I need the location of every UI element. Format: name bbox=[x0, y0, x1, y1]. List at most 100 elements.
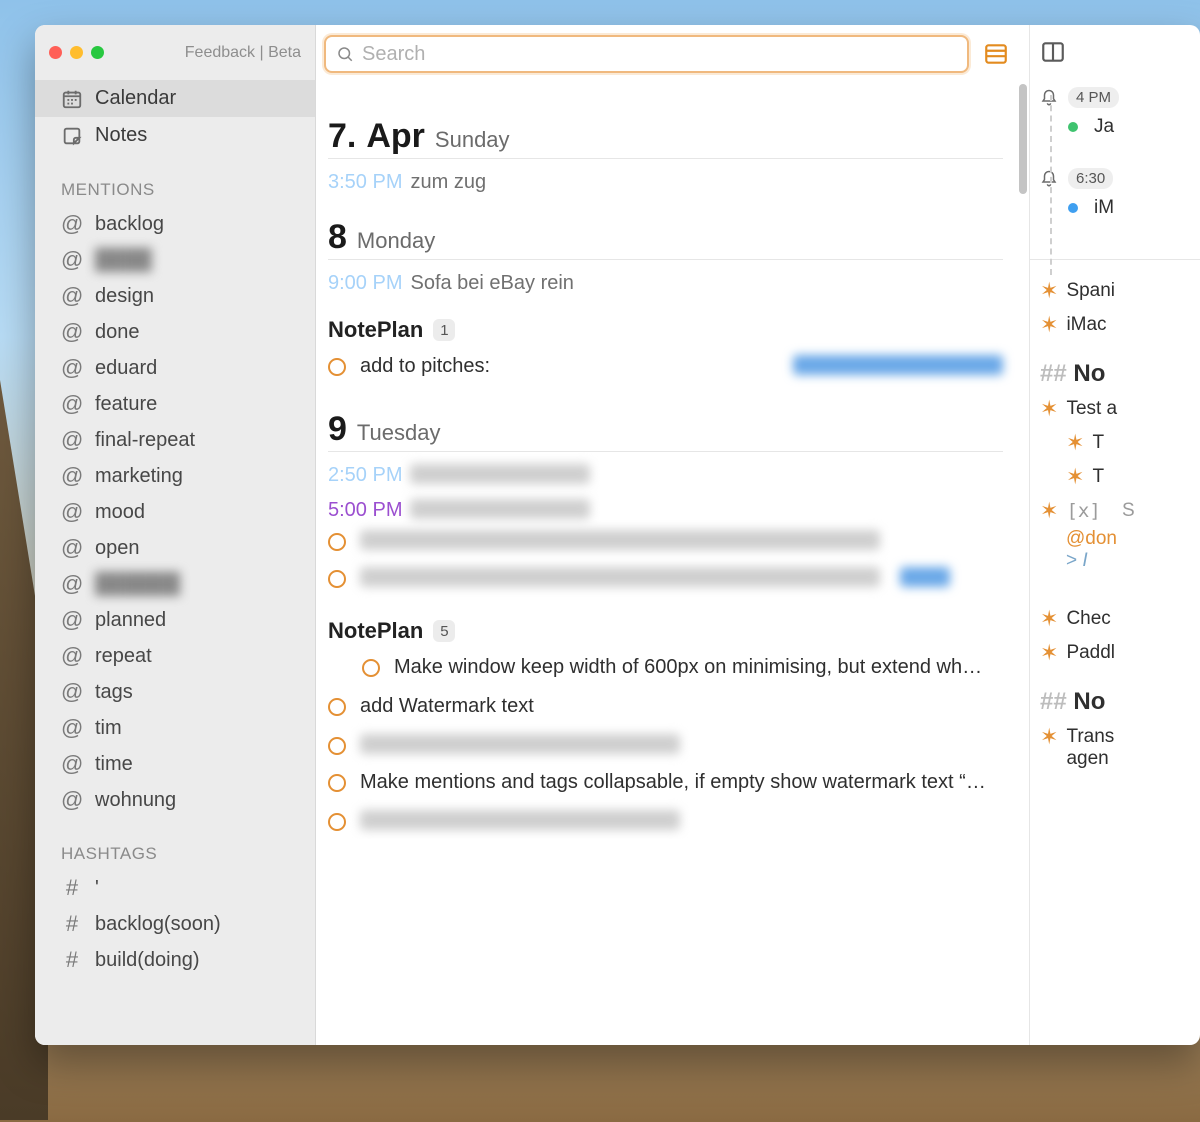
alarm-row[interactable]: 4 PM bbox=[1040, 83, 1200, 112]
minimize-window-button[interactable] bbox=[70, 46, 83, 59]
sidebar-item-notes[interactable]: Notes bbox=[35, 117, 315, 154]
day-header[interactable]: 8Monday bbox=[328, 194, 1003, 260]
task-checkbox-icon[interactable] bbox=[328, 570, 346, 588]
project-header[interactable]: NotePlan1 bbox=[328, 295, 1003, 347]
alarm-row[interactable]: 6:30 bbox=[1040, 164, 1200, 193]
bullet-text: Chec bbox=[1066, 608, 1110, 630]
hashtag-item[interactable]: #build(doing) bbox=[35, 942, 315, 978]
close-window-button[interactable] bbox=[49, 46, 62, 59]
at-icon: @ bbox=[61, 715, 83, 741]
search-icon bbox=[336, 45, 354, 63]
task-checkbox-icon[interactable] bbox=[328, 774, 346, 792]
detail-column: 4 PMJa6:30iM ✶Spani✶iMac ## No ✶Test a ✶… bbox=[1030, 25, 1200, 1045]
mention-item[interactable]: @design bbox=[35, 278, 315, 314]
mention-label: ██████ bbox=[95, 573, 180, 596]
mention-item[interactable]: @tags bbox=[35, 674, 315, 710]
task-row[interactable] bbox=[328, 559, 1003, 596]
task-checkbox-icon[interactable] bbox=[328, 698, 346, 716]
task-row[interactable] bbox=[328, 726, 1003, 763]
day-header[interactable]: 7.AprSunday bbox=[328, 93, 1003, 159]
hashtag-label: backlog(soon) bbox=[95, 913, 221, 936]
calendar-event[interactable]: 5:00 PM bbox=[328, 487, 1003, 522]
bell-icon bbox=[1040, 170, 1058, 188]
task-count-badge: 1 bbox=[433, 319, 455, 341]
mention-item[interactable]: @feature bbox=[35, 386, 315, 422]
task-row[interactable]: add Watermark text bbox=[328, 687, 1003, 726]
alarm-label-row: Ja bbox=[1040, 112, 1200, 142]
detail-heading: No bbox=[1073, 360, 1105, 387]
mention-label: feature bbox=[95, 393, 157, 416]
mention-item[interactable]: @ tim bbox=[35, 710, 315, 746]
list-view-icon[interactable] bbox=[983, 41, 1009, 67]
hashtags-section-label: HASHTAGS bbox=[35, 818, 315, 870]
hashtag-item[interactable]: #backlog(soon) bbox=[35, 906, 315, 942]
task-checkbox-icon[interactable] bbox=[328, 737, 346, 755]
task-checkbox-icon[interactable] bbox=[362, 659, 380, 677]
task-checkbox-icon[interactable] bbox=[328, 813, 346, 831]
titlebar-links[interactable]: Feedback | Beta bbox=[185, 44, 301, 62]
mention-label: eduard bbox=[95, 357, 157, 380]
mention-item[interactable]: @mood bbox=[35, 494, 315, 530]
mention-item[interactable]: @done bbox=[35, 314, 315, 350]
mention-item[interactable]: @planned bbox=[35, 602, 315, 638]
mention-label: repeat bbox=[95, 645, 152, 668]
mention-label: mood bbox=[95, 501, 145, 524]
mention-tag[interactable]: @don bbox=[1040, 528, 1200, 550]
mention-item[interactable]: @ open bbox=[35, 530, 315, 566]
mention-label: tags bbox=[95, 681, 133, 704]
search-input[interactable] bbox=[362, 43, 957, 66]
mention-item[interactable]: @██████ bbox=[35, 566, 315, 602]
mentions-section-label: MENTIONS bbox=[35, 154, 315, 206]
main-column: 7.AprSunday3:50 PMzum zug8Monday9:00 PMS… bbox=[316, 25, 1030, 1045]
hashtag-label: build(doing) bbox=[95, 949, 200, 972]
mention-item[interactable]: @████ bbox=[35, 242, 315, 278]
hash-icon: # bbox=[61, 875, 83, 901]
mention-item[interactable]: @backlog bbox=[35, 206, 315, 242]
mention-item[interactable]: @final-repeat bbox=[35, 422, 315, 458]
bullet-row[interactable]: ✶Paddl bbox=[1040, 636, 1200, 670]
at-icon: @ bbox=[61, 427, 83, 453]
bullet-star-icon: ✶ bbox=[1040, 726, 1058, 770]
calendar-event[interactable]: 9:00 PMSofa bei eBay rein bbox=[328, 260, 1003, 295]
timeline[interactable]: 7.AprSunday3:50 PMzum zug8Monday9:00 PMS… bbox=[316, 83, 1029, 839]
mention-label: open bbox=[95, 537, 140, 560]
search-box[interactable] bbox=[324, 35, 969, 73]
task-row[interactable]: Make window keep width of 600px on minim… bbox=[328, 648, 1003, 687]
task-row[interactable]: add to pitches: bbox=[328, 347, 1003, 386]
mention-label: marketing bbox=[95, 465, 183, 488]
mention-item[interactable]: @time bbox=[35, 746, 315, 782]
day-header[interactable]: 9Tuesday bbox=[328, 386, 1003, 452]
task-text: Make mentions and tags collapsable, if e… bbox=[360, 771, 1003, 794]
event-time: 3:50 PM bbox=[328, 171, 402, 194]
mention-item[interactable]: @marketing bbox=[35, 458, 315, 494]
mention-item[interactable]: @repeat bbox=[35, 638, 315, 674]
bullet-star-icon: ✶ bbox=[1040, 314, 1058, 336]
bullet-text: T bbox=[1092, 466, 1104, 488]
bullet-text: Test a bbox=[1066, 398, 1117, 420]
zoom-window-button[interactable] bbox=[91, 46, 104, 59]
task-row[interactable] bbox=[328, 802, 1003, 839]
task-checkbox-icon[interactable] bbox=[328, 358, 346, 376]
project-header[interactable]: NotePlan5 bbox=[328, 596, 1003, 648]
mention-label: tim bbox=[95, 717, 122, 740]
task-checkbox-icon[interactable] bbox=[328, 533, 346, 551]
hashtag-item[interactable]: #' bbox=[35, 870, 315, 906]
at-icon: @ bbox=[61, 535, 83, 561]
alarm-label: Ja bbox=[1094, 116, 1114, 138]
sidebar-item-calendar[interactable]: Calendar bbox=[35, 80, 315, 117]
bullet-row[interactable]: ✶Chec bbox=[1040, 602, 1200, 636]
bullet-row[interactable]: ✶Spani bbox=[1040, 274, 1200, 308]
split-view-icon[interactable] bbox=[1040, 39, 1066, 65]
titlebar: Feedback | Beta bbox=[35, 25, 315, 80]
detail-heading: No bbox=[1073, 688, 1105, 715]
mention-item[interactable]: @wohnung bbox=[35, 782, 315, 818]
task-row[interactable] bbox=[328, 522, 1003, 559]
scrollbar-thumb[interactable] bbox=[1019, 84, 1027, 194]
bullet-row[interactable]: ✶iMac bbox=[1040, 308, 1200, 342]
mention-item[interactable]: @eduard bbox=[35, 350, 315, 386]
calendar-event[interactable]: 3:50 PMzum zug bbox=[328, 159, 1003, 194]
calendar-event[interactable]: 2:50 PM bbox=[328, 452, 1003, 487]
task-row[interactable]: Make mentions and tags collapsable, if e… bbox=[328, 763, 1003, 802]
sidebar: Feedback | Beta Calendar Notes MENTIONS … bbox=[35, 25, 316, 1045]
bullet-star-icon: ✶ bbox=[1066, 432, 1084, 454]
